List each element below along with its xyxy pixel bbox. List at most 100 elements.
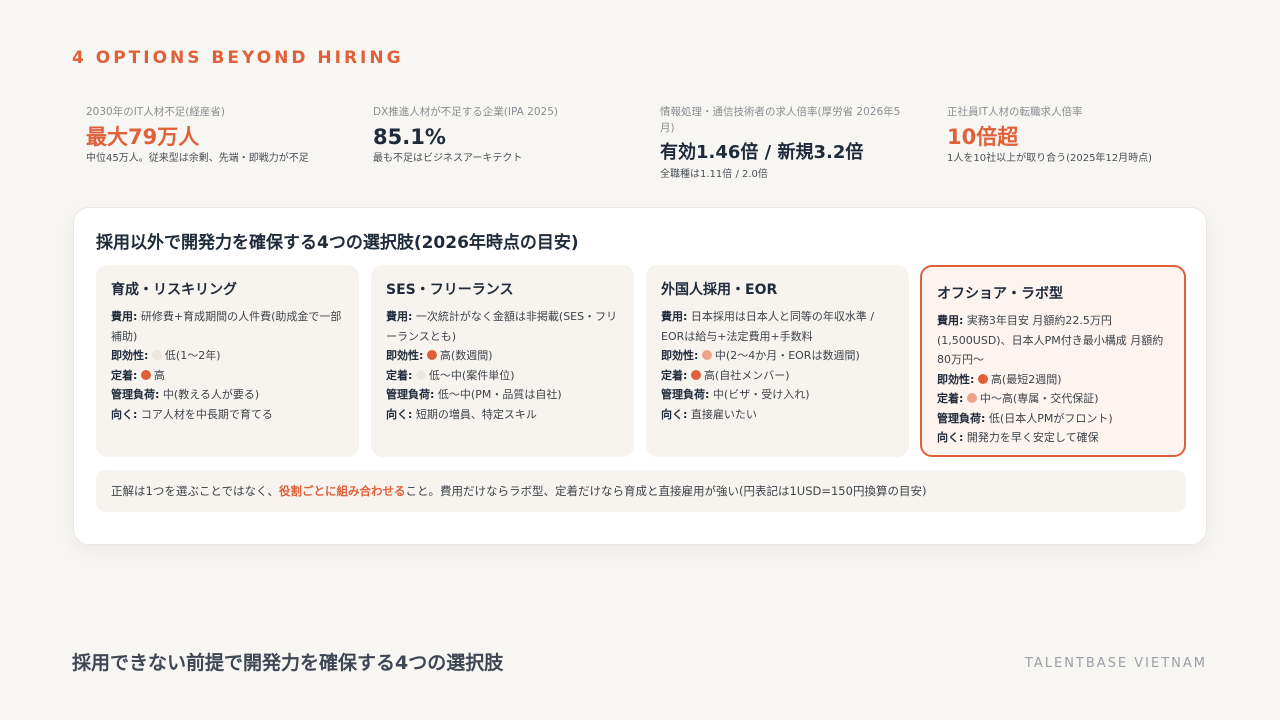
row-value: 高 [153, 368, 165, 382]
option-card-offshore-lab: オフショア・ラボ型 費用: 実務3年目安 月額約22.5万円(1,500USD)… [920, 265, 1186, 457]
row-key: 向く: [661, 407, 688, 421]
stat-note: 中位45万人。従来型は余剰、先端・即戦力が不足 [86, 153, 309, 164]
row-value: 開発力を早く安定して確保 [966, 431, 1099, 444]
row-key: 費用: [937, 314, 964, 327]
stat-note: 最も不足はビジネスアーキテクト [373, 153, 523, 164]
row-value: 中(教える人が要る) [162, 388, 260, 401]
card-title: SES・フリーランス [386, 282, 514, 298]
slide-title: 採用できない前提で開発力を確保する4つの選択肢 [72, 652, 504, 674]
card-row-retention: 定着: 中〜高(専属・交代保証) [937, 389, 1170, 409]
level-dot-icon [415, 369, 426, 380]
card-row-management: 管理負荷: 中(ビザ・受け入れ) [661, 385, 895, 405]
card-title: オフショア・ラボ型 [937, 286, 1063, 302]
row-key: 費用: [386, 310, 413, 323]
stat-value: 有効1.46倍 / 新規3.2倍 [660, 142, 864, 163]
row-key: 向く: [937, 431, 964, 444]
card-row-fit: 向く: 開発力を早く安定して確保 [937, 428, 1170, 448]
row-key: 定着: [937, 392, 964, 405]
row-value: 低〜中(案件単位) [428, 368, 515, 382]
row-value: 中(2〜4か月・EORは数週間) [714, 349, 860, 362]
row-value: 短期の増員、特定スキル [415, 407, 537, 421]
stat-label: 2030年のIT人材不足(経産省) [86, 106, 225, 118]
card-row-cost: 費用: 日本採用は日本人と同等の年収水準 / EORは給与+法定費用+手数料 [661, 307, 895, 346]
card-row-management: 管理負荷: 低〜中(PM・品質は自社) [386, 385, 620, 405]
option-card-reskilling: 育成・リスキリング 費用: 研修費+育成期間の人件費(助成金で一部補助) 即効性… [96, 265, 359, 457]
row-value: 日本採用は日本人と同等の年収水準 / EORは給与+法定費用+手数料 [661, 310, 875, 343]
panel-title: 採用以外で開発力を確保する4つの選択肢(2026年時点の目安) [96, 233, 579, 253]
options-panel: 採用以外で開発力を確保する4つの選択肢(2026年時点の目安) 育成・リスキリン… [73, 207, 1207, 545]
level-dot-icon [426, 350, 437, 360]
card-row-management: 管理負荷: 中(教える人が要る) [111, 385, 345, 405]
stat-note: 1人を10社以上が取り合う(2025年12月時点) [947, 153, 1153, 164]
stat-job-ratio: 情報処理・通信技術者の求人倍率(厚労省 2026年5月) 有効1.46倍 / 新… [660, 104, 910, 182]
row-key: 向く: [111, 407, 138, 421]
row-value: 高(自社メンバー) [703, 368, 790, 382]
row-key: 管理負荷: [661, 388, 710, 401]
option-card-foreign-eor: 外国人採用・EOR 費用: 日本採用は日本人と同等の年収水準 / EORは給与+… [646, 265, 909, 457]
card-row-cost: 費用: 実務3年目安 月額約22.5万円(1,500USD)、日本人PM付き最小… [937, 311, 1170, 370]
stat-it-shortage: 2030年のIT人材不足(経産省) 最大79万人 中位45万人。従来型は余剰、先… [86, 104, 336, 166]
row-value: コア人材を中長期で育てる [140, 407, 273, 421]
row-key: 即効性: [661, 349, 699, 362]
footnote-emphasis: 役割ごとに組み合わせる [278, 484, 406, 498]
row-value: 直接雇いたい [690, 407, 757, 421]
row-value: 低(日本人PMがフロント) [988, 411, 1113, 425]
footnote-post: こと。費用だけならラボ型、定着だけなら育成と直接雇用が強い(円表記は1USD=1… [405, 484, 927, 498]
stat-value: 10倍超 [947, 125, 1019, 149]
row-value: 低〜中(PM・品質は自社) [437, 388, 562, 401]
card-title: 育成・リスキリング [111, 282, 237, 298]
card-row-fit: 向く: 短期の増員、特定スキル [386, 405, 620, 425]
stat-transfer-ratio: 正社員IT人材の転職求人倍率 10倍超 1人を10社以上が取り合う(2025年1… [947, 104, 1197, 166]
row-value: 高(数週間) [439, 349, 493, 362]
row-key: 管理負荷: [111, 388, 160, 401]
row-key: 費用: [661, 310, 688, 323]
row-value: 実務3年目安 月額約22.5万円(1,500USD)、日本人PM付き最小構成 月… [937, 314, 1164, 366]
row-key: 管理負荷: [937, 411, 986, 425]
card-row-speed: 即効性: 低(1〜2年) [111, 346, 345, 366]
level-dot-icon [966, 393, 977, 403]
stat-label: 正社員IT人材の転職求人倍率 [947, 106, 1083, 118]
card-row-cost: 費用: 研修費+育成期間の人件費(助成金で一部補助) [111, 307, 345, 346]
stat-label: DX推進人材が不足する企業(IPA 2025) [373, 106, 558, 118]
row-value: 高(最短2週間) [990, 372, 1062, 386]
card-row-cost: 費用: 一次統計がなく金額は非掲載(SES・フリーランスとも) [386, 307, 620, 346]
level-dot-icon [151, 350, 162, 360]
footnote-pre: 正解は1つを選ぶことではなく、 [111, 484, 279, 498]
stat-note: 全職種は1.11倍 / 2.0倍 [660, 169, 768, 180]
row-value: 低(1〜2年) [164, 349, 221, 362]
stat-dx-shortage: DX推進人材が不足する企業(IPA 2025) 85.1% 最も不足はビジネスア… [373, 104, 623, 166]
row-key: 即効性: [937, 372, 975, 386]
card-row-speed: 即効性: 高(最短2週間) [937, 370, 1170, 390]
footnote: 正解は1つを選ぶことではなく、役割ごとに組み合わせること。費用だけならラボ型、定… [96, 470, 1186, 512]
card-row-retention: 定着: 高 [111, 366, 345, 386]
row-value: 研修費+育成期間の人件費(助成金で一部補助) [111, 310, 342, 343]
card-row-fit: 向く: コア人材を中長期で育てる [111, 405, 345, 425]
row-value: 中〜高(専属・交代保証) [979, 392, 1099, 405]
level-dot-icon [140, 369, 151, 380]
row-key: 向く: [386, 407, 413, 421]
card-row-fit: 向く: 直接雇いたい [661, 405, 895, 425]
row-key: 管理負荷: [386, 388, 435, 401]
eyebrow-heading: 4 OPTIONS BEYOND HIRING [72, 48, 404, 68]
option-card-ses-freelance: SES・フリーランス 費用: 一次統計がなく金額は非掲載(SES・フリーランスと… [371, 265, 634, 457]
stat-value: 最大79万人 [86, 125, 200, 149]
card-row-retention: 定着: 高(自社メンバー) [661, 366, 895, 386]
level-dot-icon [690, 369, 701, 380]
row-key: 費用: [111, 310, 138, 323]
row-value: 一次統計がなく金額は非掲載(SES・フリーランスとも) [386, 310, 618, 343]
stat-value: 85.1% [373, 125, 446, 149]
card-row-retention: 定着: 低〜中(案件単位) [386, 366, 620, 386]
brand-logo-text: TALENTBASE VIETNAM [1024, 656, 1207, 671]
level-dot-icon [701, 350, 712, 360]
row-key: 定着: [111, 368, 138, 382]
card-row-management: 管理負荷: 低(日本人PMがフロント) [937, 409, 1170, 429]
row-key: 即効性: [386, 349, 424, 362]
row-key: 即効性: [111, 349, 149, 362]
card-title: 外国人採用・EOR [661, 282, 778, 298]
card-row-speed: 即効性: 中(2〜4か月・EORは数週間) [661, 346, 895, 366]
level-dot-icon [977, 373, 988, 384]
row-key: 定着: [386, 368, 413, 382]
stat-label: 情報処理・通信技術者の求人倍率(厚労省 2026年5月) [660, 106, 901, 134]
row-key: 定着: [661, 368, 688, 382]
card-row-speed: 即効性: 高(数週間) [386, 346, 620, 366]
